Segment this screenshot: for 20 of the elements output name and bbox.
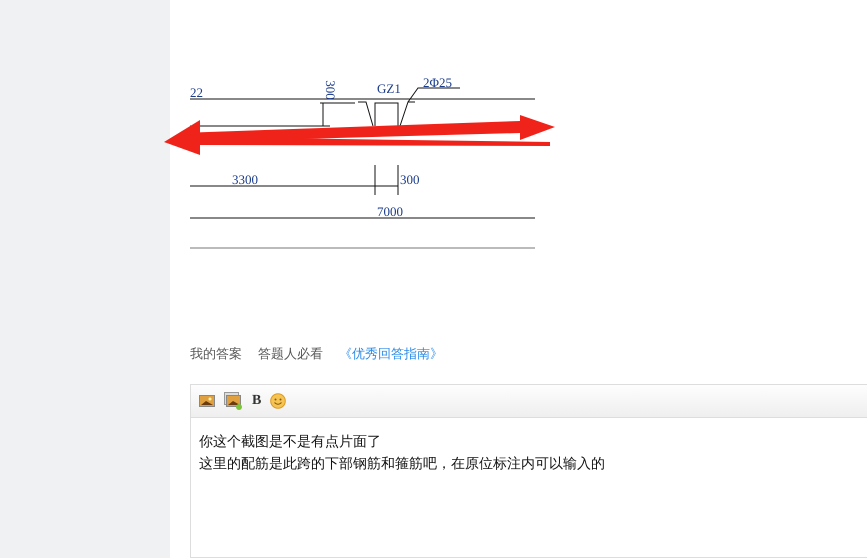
drawing-label: 300 xyxy=(400,172,420,187)
smiley-icon xyxy=(270,393,286,409)
drawing-label: 22 xyxy=(190,85,203,100)
answer-text-line: 这里的配筋是此跨的下部钢筋和箍筋吧，在原位标注内可以输入的 xyxy=(199,454,606,473)
drawing-label: 7000 xyxy=(377,204,403,219)
insert-image-button[interactable] xyxy=(199,395,215,407)
answer-tab-label[interactable]: 答题人必看 xyxy=(258,345,323,363)
guide-link[interactable]: 《优秀回答指南》 xyxy=(339,345,443,363)
emoji-button[interactable] xyxy=(270,393,286,409)
bold-button[interactable]: B xyxy=(252,393,262,409)
answer-editor[interactable]: B 你这个截图是不是有点片面了 这里的配筋是此跨的下部钢筋和箍筋吧，在原位标注内可以输入的 xyxy=(190,384,867,558)
image-icon xyxy=(199,395,215,407)
drawing-label: GZ1 xyxy=(377,81,401,96)
images-icon xyxy=(224,392,243,410)
answer-text-line: 你这个截图是不是有点片面了 xyxy=(199,432,382,451)
insert-images-button[interactable] xyxy=(224,392,243,410)
drawing-label: 2Φ25 xyxy=(423,75,452,90)
dimension-label: 300 xyxy=(323,80,338,100)
drawing-label: 3300 xyxy=(232,172,258,187)
answer-tab-label[interactable]: 我的答案 xyxy=(190,345,242,363)
